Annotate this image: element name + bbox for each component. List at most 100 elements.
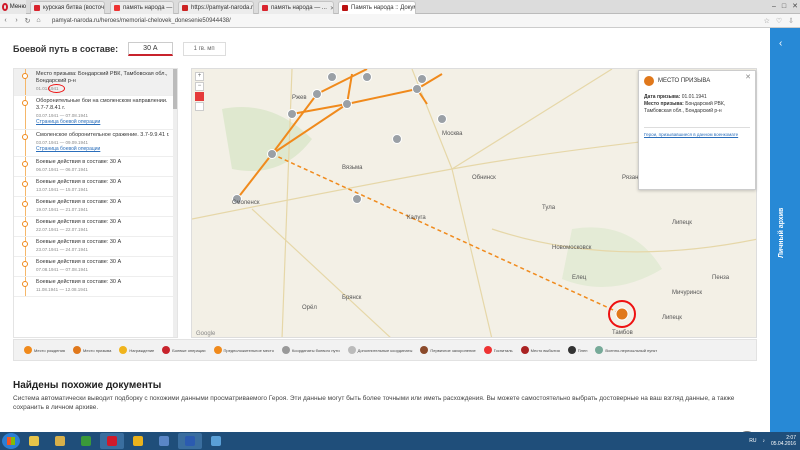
battle-marker-icon[interactable]: [362, 72, 372, 82]
taskbar-app-app[interactable]: [152, 433, 176, 449]
clock[interactable]: 2:07 05.04.2016: [771, 435, 796, 447]
tab-close-icon[interactable]: ✕: [330, 5, 333, 12]
taskbar-app-word[interactable]: [178, 433, 202, 449]
legend-item[interactable]: Координаты боевого пути: [281, 346, 340, 354]
legend-marker-icon: [72, 346, 81, 354]
zoom-in-button[interactable]: +: [195, 72, 204, 81]
heart-icon[interactable]: ♡: [776, 17, 782, 25]
taskbar-app-paint[interactable]: [204, 433, 228, 449]
download-icon[interactable]: ⇩: [788, 17, 794, 25]
tab-label: Память народа :: Докум...: [351, 5, 416, 11]
browser-tab[interactable]: память народа — Яндекс✕: [110, 1, 174, 14]
personal-archive-tab[interactable]: ‹ Личный архив: [770, 28, 800, 432]
timeline-item-date: 19.07.1941 — 21.07.1941: [36, 207, 89, 212]
legend-label: Место выбытия: [530, 347, 560, 353]
star-icon[interactable]: ☆: [764, 17, 770, 25]
media-icon: [81, 436, 91, 446]
taskbar-app-folder[interactable]: [48, 433, 72, 449]
close-window-icon[interactable]: ✕: [792, 0, 798, 14]
back-icon[interactable]: ‹: [0, 17, 11, 24]
legend-marker-icon: [420, 346, 429, 354]
battle-marker-icon[interactable]: [417, 74, 427, 84]
battle-marker-icon[interactable]: [412, 84, 422, 94]
battle-marker-icon[interactable]: [352, 194, 362, 204]
tab-favicon-icon: [262, 5, 268, 11]
legend-item[interactable]: Плен: [567, 346, 587, 354]
timeline-item[interactable]: Боевые действия в составе: 30 А 11.08.194…: [14, 277, 177, 297]
timeline-item-date: 13.07.1941 — 15.07.1941: [36, 187, 89, 192]
timeline-item[interactable]: Место призыва: Бондарский РВК, Тамбовска…: [14, 69, 177, 96]
battle-marker-icon[interactable]: [287, 109, 297, 119]
taskbar-app-explorer[interactable]: [22, 433, 46, 449]
timeline-item[interactable]: Боевые действия в составе: 30 А 23.07.194…: [14, 237, 177, 257]
browser-tab[interactable]: курская битва (восточный...✕: [30, 1, 105, 14]
timeline-scroll-thumb[interactable]: [173, 69, 177, 109]
legend-item[interactable]: Боевые операции: [162, 346, 206, 354]
army-button[interactable]: 30 А: [128, 42, 173, 56]
popup-date-row: Дата призыва: 01.01.1941: [644, 94, 750, 101]
conscription-pin-icon[interactable]: [615, 307, 629, 321]
layer-toggle-button[interactable]: [195, 92, 204, 101]
browser-tab[interactable]: https://pamyat-naroda.ru/...✕: [178, 1, 254, 14]
battle-marker-icon[interactable]: [267, 149, 277, 159]
battle-marker-icon[interactable]: [342, 99, 352, 109]
browser-tab[interactable]: память народа — ...✕: [258, 1, 334, 14]
battle-marker-icon[interactable]: [392, 134, 402, 144]
battle-marker-icon[interactable]: [312, 89, 322, 99]
volume-icon[interactable]: ♪: [762, 438, 765, 444]
legend-item[interactable]: Первичное захоронение: [420, 346, 476, 354]
home-icon[interactable]: ⌂: [33, 17, 44, 24]
legend-label: Боевые операции: [172, 347, 206, 353]
browser-tab[interactable]: Память народа :: Докум...✕: [338, 1, 416, 14]
reload-icon[interactable]: ↻: [22, 17, 33, 25]
timeline-item[interactable]: Боевые действия в составе: 30 А 07.08.194…: [14, 257, 177, 277]
minimize-icon[interactable]: –: [772, 0, 776, 14]
legend-item[interactable]: Награждение: [119, 346, 154, 354]
timeline-item[interactable]: Боевые действия в составе: 30 А 19.07.194…: [14, 197, 177, 217]
timeline-item[interactable]: Боевые действия в составе: 30 А 06.07.194…: [14, 157, 177, 177]
taskbar-app-opera[interactable]: [100, 433, 124, 449]
maximize-icon[interactable]: □: [782, 0, 786, 14]
timeline-item-date: 22.07.1941 — 22.07.1941: [36, 227, 89, 232]
legend-item[interactable]: Место призыва: [72, 346, 111, 354]
legend-label: Место рождения: [34, 347, 65, 353]
legend-item[interactable]: Военно-пересыльный пункт: [595, 346, 657, 354]
zoom-out-button[interactable]: −: [195, 82, 204, 91]
city-label: Тамбов: [612, 330, 633, 336]
timeline-item[interactable]: Боевые действия в составе: 30 А 22.07.194…: [14, 217, 177, 237]
language-indicator[interactable]: RU: [749, 438, 756, 444]
battle-marker-icon[interactable]: [437, 114, 447, 124]
url-field[interactable]: pamyat-naroda.ru/heroes/memorial-chelove…: [52, 18, 231, 24]
legend-label: Первичное захоронение: [430, 347, 476, 353]
legend-marker-icon: [483, 346, 492, 354]
legend-marker-icon: [595, 346, 604, 354]
fullscreen-button[interactable]: [195, 102, 204, 111]
legend-marker-icon: [24, 346, 32, 354]
legend-item[interactable]: Дополнительные координаты: [347, 346, 412, 354]
guard-regiment-button[interactable]: 1 гв. мп: [182, 42, 226, 56]
timeline-item-title: Боевые действия в составе: 30 А: [36, 199, 122, 205]
operation-page-link[interactable]: Страница боевой операции: [36, 119, 173, 126]
taskbar-app-media[interactable]: [74, 433, 98, 449]
opera-menu-button[interactable]: Меню: [0, 0, 26, 14]
chevron-left-icon[interactable]: ‹: [779, 38, 782, 49]
timeline-dot-icon: [22, 100, 28, 106]
legend-item[interactable]: Место выбытия: [520, 346, 560, 354]
timeline-item[interactable]: Смоленское оборонительное сражение. 3.7-…: [14, 130, 177, 157]
operation-page-link[interactable]: Страница боевой операции: [36, 146, 173, 153]
forward-icon[interactable]: ›: [11, 17, 22, 24]
timeline-dot-icon: [22, 281, 28, 287]
start-button[interactable]: [2, 433, 20, 449]
taskbar-app-chrome[interactable]: [126, 433, 150, 449]
legend-marker-icon: [119, 346, 128, 354]
popup-heroes-link[interactable]: Герои, призывавшиеся в данном военкомате: [644, 132, 750, 138]
timeline-item[interactable]: Боевые действия в составе: 30 А 13.07.194…: [14, 177, 177, 197]
popup-close-icon[interactable]: ✕: [745, 73, 751, 81]
battle-marker-icon[interactable]: [327, 72, 337, 82]
timeline-scrollbar[interactable]: [173, 69, 177, 337]
city-label: Орёл: [302, 305, 317, 311]
legend-item[interactable]: Место рождения: [24, 346, 65, 354]
legend-item[interactable]: Госпиталь: [483, 346, 513, 354]
timeline-item[interactable]: Оборонительные бои на смоленском направл…: [14, 96, 177, 130]
legend-item[interactable]: Предположительное место: [213, 346, 274, 354]
